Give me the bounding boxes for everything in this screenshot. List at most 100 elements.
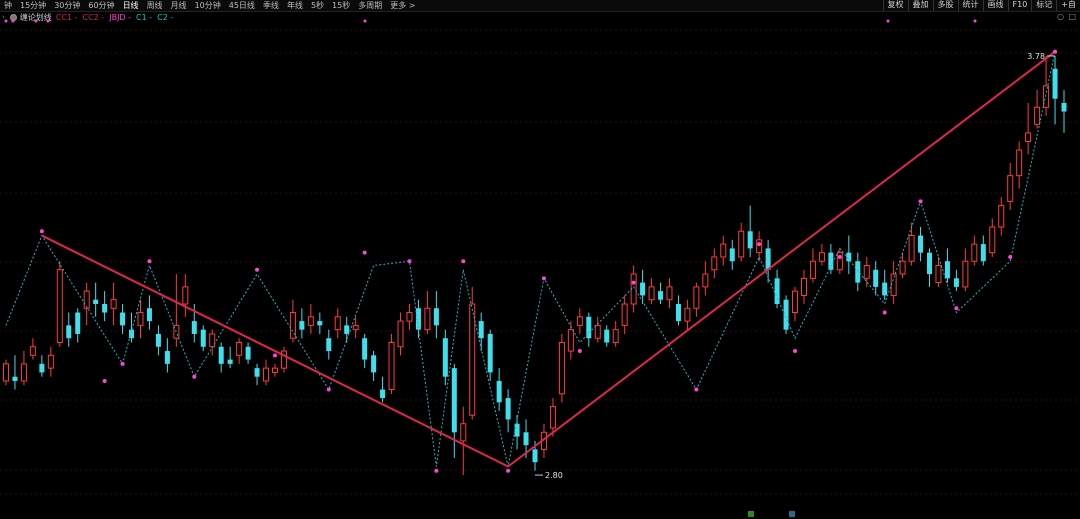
extreme-dots [4, 19, 1058, 473]
extreme-dot [506, 468, 511, 473]
candle-body [729, 248, 735, 262]
candle-body [648, 286, 655, 301]
candle-body [20, 363, 27, 382]
candle-body [783, 299, 789, 330]
candle-body [164, 351, 170, 364]
candle-body [962, 260, 969, 288]
price-annotations: 3.78 2.80 [535, 52, 1056, 480]
candle-body [809, 260, 816, 279]
candle-body [3, 363, 9, 382]
candle-body [209, 333, 216, 348]
extreme-dot [434, 468, 439, 473]
candle-body [388, 341, 395, 391]
candle-body [29, 346, 36, 356]
extreme-dot [407, 259, 412, 264]
candle-body [1007, 175, 1014, 202]
candle-body [47, 354, 54, 369]
candle-body [236, 341, 243, 356]
signal-dot [363, 19, 367, 23]
signal-dot [46, 19, 50, 23]
candle-body [380, 389, 386, 399]
candle-body [1034, 106, 1041, 125]
candle-body [558, 341, 565, 395]
candle-body [120, 312, 126, 326]
candle-body [334, 316, 341, 331]
candle-body [523, 432, 529, 446]
candles [3, 55, 1067, 476]
candle-body [1016, 149, 1023, 177]
extreme-dot [918, 199, 923, 204]
candle-body [137, 312, 144, 326]
candle-body [576, 316, 583, 326]
extreme-dot [882, 310, 887, 315]
candle-body [406, 312, 413, 322]
candle-body [720, 243, 727, 258]
candle-body [460, 423, 467, 442]
candle-body [317, 321, 323, 326]
candle-body [1052, 68, 1058, 99]
extreme-dot [577, 349, 582, 354]
bottom-markers [748, 511, 795, 517]
candle-body [765, 248, 771, 270]
candle-body [263, 367, 270, 382]
candle-body [998, 205, 1005, 228]
candle-body [227, 359, 233, 364]
extreme-dot [1053, 49, 1058, 54]
candle-body [307, 316, 314, 326]
bi-strokes [5, 51, 1056, 467]
candle-body [675, 303, 681, 322]
candle-body [953, 278, 959, 287]
candle-body [110, 299, 117, 309]
candle-body [756, 239, 763, 254]
candle-body [918, 235, 924, 253]
extreme-dot [541, 276, 546, 281]
extreme-dot [255, 267, 260, 272]
candle-body [594, 324, 601, 339]
extreme-dot [461, 259, 466, 264]
extreme-dot [362, 250, 367, 255]
candle-body [505, 398, 511, 420]
candle-body [66, 325, 72, 339]
candle-body [424, 307, 431, 331]
candle-body [469, 303, 476, 416]
candle-body [658, 291, 664, 300]
extreme-dot [1008, 254, 1013, 259]
candle-body [873, 269, 879, 287]
candle-body [155, 333, 161, 347]
candle-body [738, 230, 745, 258]
candle-body [800, 277, 807, 296]
candle-body [451, 368, 457, 433]
candle-body [93, 299, 99, 304]
candle-body [846, 252, 852, 262]
candle-body [711, 256, 718, 271]
grid-lines [0, 29, 1080, 495]
candle-body [397, 320, 404, 348]
candle-body [1061, 102, 1067, 112]
candle-body [899, 260, 906, 275]
candle-body [514, 423, 520, 437]
extreme-dot [793, 349, 798, 354]
extreme-dot [326, 387, 331, 392]
candle-body [487, 333, 493, 373]
candle-body [271, 367, 278, 373]
bi-stroke-line [5, 51, 1056, 467]
price-label: 3.78 [1027, 52, 1045, 61]
candle-body [774, 278, 780, 304]
candle-body [478, 321, 484, 339]
extreme-dot [757, 242, 762, 247]
extreme-dot [102, 378, 107, 383]
candle-body [442, 338, 448, 377]
candle-body [980, 244, 986, 262]
candle-body [245, 346, 251, 360]
candle-body [326, 338, 332, 352]
candle-body [56, 269, 63, 343]
signal-dot [973, 19, 977, 23]
candle-body [567, 329, 574, 352]
candle-body [863, 265, 870, 279]
candle-body [693, 286, 700, 309]
extreme-dot [147, 259, 152, 264]
candlestick-chart: 3.78 2.80 [0, 19, 1080, 517]
candle-body [944, 261, 950, 279]
candle-body [612, 329, 619, 343]
bottom-marker [789, 511, 795, 517]
